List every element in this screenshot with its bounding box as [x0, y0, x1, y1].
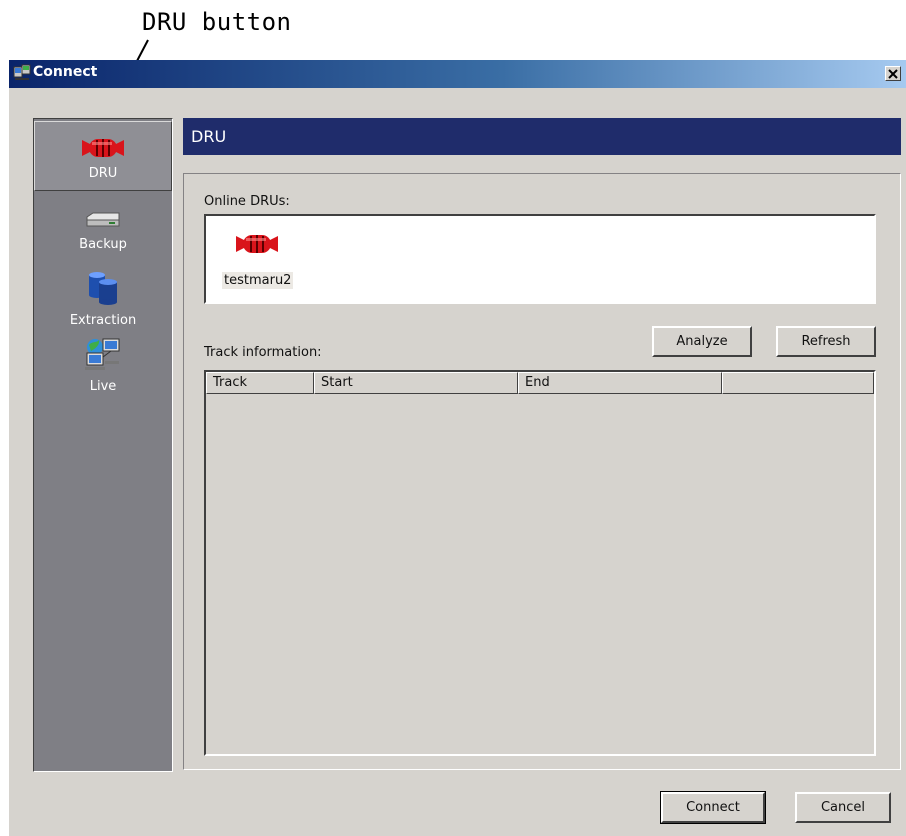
sidebar-item-label: Backup [79, 237, 127, 252]
dru-icon [234, 232, 280, 260]
refresh-button[interactable]: Refresh [776, 326, 876, 357]
sidebar-item-label: Live [89, 379, 117, 394]
track-information-label: Track information: [204, 345, 322, 360]
track-table[interactable]: Track Start End [204, 370, 876, 756]
online-drus-label: Online DRUs: [204, 194, 290, 209]
sidebar-nav: DRU Backup Extraction Live [33, 118, 173, 772]
dru-icon [80, 136, 126, 164]
online-drus-list[interactable]: testmaru2 [204, 214, 876, 304]
connect-app-icon [13, 64, 31, 86]
backup-drive-icon [85, 211, 121, 235]
analyze-button[interactable]: Analyze [652, 326, 752, 357]
sidebar-item-label: DRU [88, 166, 118, 181]
connect-button[interactable]: Connect [660, 791, 766, 824]
live-network-icon [83, 337, 123, 377]
database-icon [85, 271, 121, 311]
column-header-blank[interactable] [722, 372, 874, 394]
column-header-track[interactable]: Track [206, 372, 314, 394]
window-title: Connect [33, 64, 98, 80]
column-header-end[interactable]: End [518, 372, 722, 394]
connect-dialog: Connect DRU Backup Extraction Live DRU O… [8, 60, 906, 836]
close-icon [888, 68, 898, 79]
track-table-header: Track Start End [206, 372, 874, 394]
column-header-start[interactable]: Start [314, 372, 518, 394]
sidebar-item-live[interactable]: Live [34, 337, 172, 407]
close-button[interactable] [885, 66, 901, 81]
sidebar-item-label: Extraction [69, 313, 137, 328]
cancel-button[interactable]: Cancel [795, 792, 891, 823]
title-bar[interactable]: Connect [9, 60, 906, 88]
sidebar-item-extraction[interactable]: Extraction [34, 271, 172, 341]
section-header: DRU [183, 118, 901, 155]
dru-panel: Online DRUs: testmaru2 Analyze Refresh T… [183, 173, 901, 770]
annotation-label: DRU button [142, 8, 292, 36]
dru-name-label: testmaru2 [222, 272, 294, 289]
sidebar-item-dru[interactable]: DRU [34, 121, 172, 191]
